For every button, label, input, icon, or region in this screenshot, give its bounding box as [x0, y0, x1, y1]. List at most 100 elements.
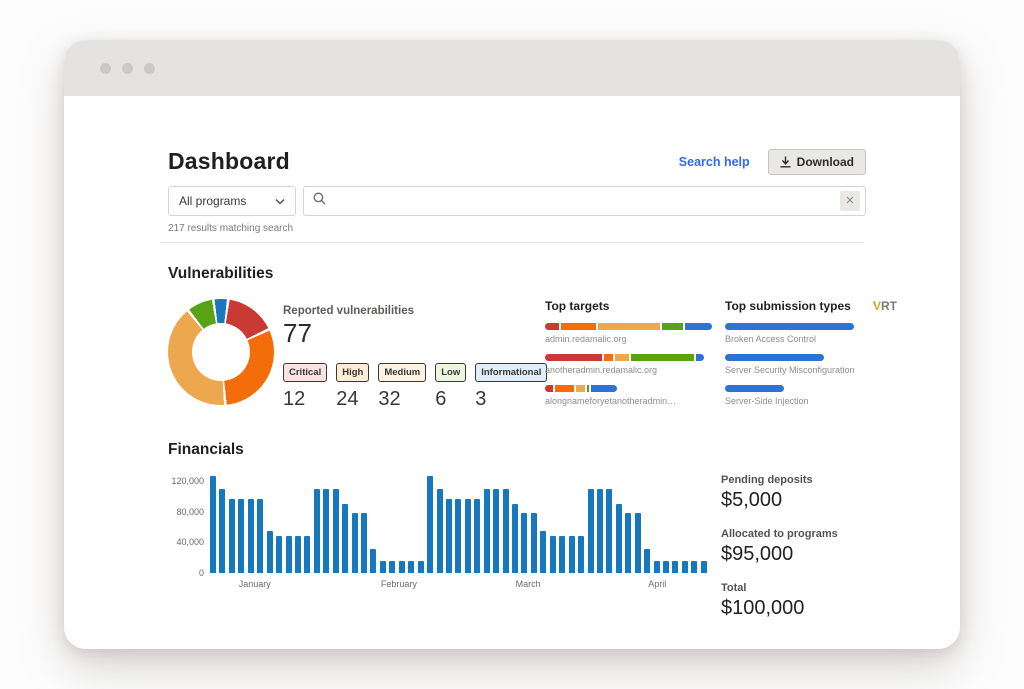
allocated-to-programs-stat: Allocated to programs $95,000: [721, 528, 888, 566]
allocated-to-programs-value: $95,000: [721, 543, 888, 566]
financials-bar: [370, 549, 376, 573]
header-divider: [160, 242, 864, 243]
total-stat: Total $100,000: [721, 582, 888, 620]
financials-bar: [484, 489, 490, 573]
x-axis-month-label: March: [516, 579, 541, 589]
financials-bar: [437, 489, 443, 573]
financials-bar: [427, 476, 433, 573]
total-label: Total: [721, 582, 888, 594]
medium-count: 32: [378, 388, 426, 411]
target-bar-row: anotheradmin.redamalic.org: [545, 354, 712, 375]
financials-y-axis: 120,00080,00040,0000: [168, 472, 210, 573]
financials-bar: [474, 499, 480, 573]
bar-segment-segment_blue: [591, 385, 617, 392]
bar-segment-low: [662, 323, 683, 330]
x-axis-month-label: April: [648, 579, 666, 589]
financials-bar: [521, 513, 527, 573]
severity-high: High 24: [336, 362, 369, 411]
window-control-dot[interactable]: [100, 63, 111, 74]
financials-bar: [493, 489, 499, 573]
download-button-label: Download: [797, 155, 854, 169]
financials-bar: [540, 531, 546, 573]
submission-type-bar: [725, 354, 824, 361]
financials-bar: [503, 489, 509, 573]
critical-badge: Critical: [283, 363, 327, 382]
financials-bar: [578, 536, 584, 573]
high-count: 24: [336, 388, 369, 411]
total-value: $100,000: [721, 597, 888, 620]
critical-count: 12: [283, 388, 327, 411]
vulnerabilities-heading: Vulnerabilities: [168, 265, 928, 283]
submission-type-label: Server Security Misconfiguration: [725, 365, 890, 375]
bar-segment-medium: [615, 354, 629, 361]
low-badge: Low: [435, 363, 466, 382]
x-axis-month-label: February: [381, 579, 417, 589]
program-filter-value: All programs: [179, 194, 246, 208]
low-count: 6: [435, 388, 466, 411]
financials-heading: Financials: [168, 441, 928, 459]
financials-bar: [672, 561, 678, 573]
reported-vulnerabilities-total: 77: [283, 318, 521, 349]
submission-type-label: Broken Access Control: [725, 334, 890, 344]
vrt-logo: VRT: [873, 299, 897, 313]
financials-bar: [644, 549, 650, 573]
financials-bar: [257, 499, 263, 573]
financials-bar: [408, 561, 414, 573]
financials-bar: [389, 561, 395, 573]
financials-bar: [267, 531, 273, 573]
page-background: Dashboard Search help Download All progr…: [0, 0, 1024, 689]
bar-segment-low: [587, 385, 590, 392]
pending-deposits-stat: Pending deposits $5,000: [721, 474, 888, 512]
financials-bar: [559, 536, 565, 573]
search-box: ✕: [303, 186, 866, 216]
financials-bar: [399, 561, 405, 573]
bar-segment-critical: [545, 385, 553, 392]
download-icon: [780, 156, 791, 168]
severity-informational: Informational 3: [475, 362, 547, 411]
top-targets-heading: Top targets: [545, 299, 712, 313]
financials-bar: [238, 499, 244, 573]
financials-bar: [616, 504, 622, 573]
top-submission-types-chart: Broken Access Control Server Security Mis…: [725, 323, 897, 406]
financials-bar: [531, 513, 537, 573]
page-title: Dashboard: [168, 148, 290, 175]
financials-bar: [295, 536, 301, 573]
search-help-link[interactable]: Search help: [679, 155, 750, 169]
financials-bar: [333, 489, 339, 573]
clear-search-button[interactable]: ✕: [840, 191, 860, 211]
financials-bar: [210, 476, 216, 573]
financials-bar: [569, 536, 575, 573]
app-window: Dashboard Search help Download All progr…: [64, 40, 960, 649]
financials-bar: [455, 499, 461, 573]
window-control-dot[interactable]: [122, 63, 133, 74]
bar-segment-low: [631, 354, 694, 361]
pending-deposits-label: Pending deposits: [721, 474, 888, 486]
target-label: alongnameforyetanotheradmin…: [545, 396, 710, 406]
bar-segment-segment_blue: [696, 354, 704, 361]
program-filter-select[interactable]: All programs: [168, 186, 296, 216]
bar-segment-high: [604, 354, 613, 361]
financials-bar: [550, 536, 556, 573]
y-axis-tick: 40,000: [176, 537, 204, 547]
window-control-dot[interactable]: [144, 63, 155, 74]
financials-bar: [512, 504, 518, 573]
bar-segment-critical: [545, 323, 559, 330]
severity-badges: Critical 12 High 24 Medium 32 Low: [283, 362, 521, 411]
financials-bar: [276, 536, 282, 573]
target-stacked-bar: [545, 385, 617, 392]
y-axis-tick: 120,000: [171, 476, 204, 486]
financials-bar: [248, 499, 254, 573]
search-input[interactable]: [333, 194, 840, 208]
chevron-down-icon: [275, 194, 285, 208]
submission-type-label: Server-Side Injection: [725, 396, 890, 406]
bar-segment-segment_blue: [685, 323, 712, 330]
informational-count: 3: [475, 388, 547, 411]
financials-bar: [418, 561, 424, 573]
download-button[interactable]: Download: [768, 149, 866, 175]
bar-segment-medium: [598, 323, 660, 330]
financials-bar: [304, 536, 310, 573]
window-titlebar: [64, 40, 960, 96]
financials-bar: [446, 499, 452, 573]
donut-hole: [192, 323, 250, 381]
target-label: anotheradmin.redamalic.org: [545, 365, 710, 375]
